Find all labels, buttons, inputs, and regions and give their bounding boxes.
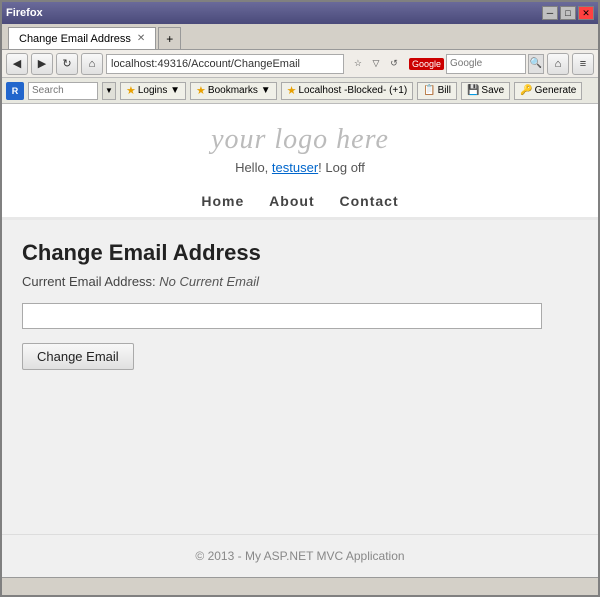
website: your logo here Hello, testuser! Log off … (2, 104, 598, 577)
roboform-toolbar: R ▼ ★ Logins ▼ ★ Bookmarks ▼ ★ Localhost… (2, 78, 598, 104)
refresh-icon[interactable]: ↺ (386, 56, 402, 72)
browser-window: Firefox ─ □ ✕ Change Email Address ✕ + ◀… (0, 0, 600, 597)
status-bar (2, 577, 598, 595)
save-icon: 💾 (467, 85, 479, 96)
current-email-value: No Current Email (159, 274, 259, 289)
nav-contact[interactable]: Contact (340, 193, 399, 209)
hello-suffix: ! Log off (318, 160, 365, 175)
save-button[interactable]: 💾 Save (461, 82, 510, 100)
home-button[interactable]: ⌂ (81, 53, 103, 75)
logins-star-icon: ★ (126, 84, 136, 97)
title-bar-text: Firefox (6, 7, 43, 19)
site-footer: © 2013 - My ASP.NET MVC Application (2, 534, 598, 577)
back-button[interactable]: ◀ (6, 53, 28, 75)
close-button[interactable]: ✕ (578, 6, 594, 20)
nav-home[interactable]: Home (201, 193, 244, 209)
generate-icon: 🔑 (520, 85, 532, 96)
bill-icon: 📋 (423, 85, 435, 96)
new-tab-button[interactable]: + (158, 27, 181, 49)
localhost-star-icon: ★ (287, 84, 297, 97)
bookmarks-star-icon: ★ (196, 84, 206, 97)
bookmark-star-icon[interactable]: ☆ (350, 56, 366, 72)
roboform-search-dropdown[interactable]: ▼ (102, 82, 116, 100)
maximize-button[interactable]: □ (560, 6, 576, 20)
search-go-button[interactable]: 🔍 (528, 54, 544, 74)
change-email-button[interactable]: Change Email (22, 343, 134, 370)
url-text: localhost:49316/Account/ChangeEmail (111, 58, 300, 70)
roboform-search-input[interactable] (28, 82, 98, 100)
bill-button[interactable]: 📋 Bill (417, 82, 457, 100)
title-bar: Firefox ─ □ ✕ (2, 2, 598, 24)
title-bar-controls: ─ □ ✕ (542, 6, 594, 20)
search-engine-badge: Google (409, 58, 444, 70)
generate-button[interactable]: 🔑 Generate (514, 82, 582, 100)
localhost-button[interactable]: ★ Localhost -Blocked- (+1) (281, 82, 414, 100)
hello-prefix: Hello, (235, 160, 272, 175)
site-nav: Home About Contact (2, 185, 598, 220)
address-bar[interactable]: localhost:49316/Account/ChangeEmail (106, 54, 344, 74)
bookmarks-button[interactable]: ★ Bookmarks ▼ (190, 82, 277, 100)
toolbar-more-button[interactable]: ≡ (572, 53, 594, 75)
reading-icon[interactable]: ▽ (368, 56, 384, 72)
nav-about[interactable]: About (269, 193, 314, 209)
tab-label: Change Email Address (19, 33, 131, 45)
email-input[interactable] (22, 303, 542, 329)
tab-bar: Change Email Address ✕ + (2, 24, 598, 50)
address-icons: ☆ ▽ ↺ (350, 56, 402, 72)
forward-button[interactable]: ▶ (31, 53, 53, 75)
minimize-button[interactable]: ─ (542, 6, 558, 20)
reload-button[interactable]: ↻ (56, 53, 78, 75)
footer-copyright: © 2013 - My ASP.NET MVC Application (195, 549, 404, 563)
logins-button[interactable]: ★ Logins ▼ (120, 82, 186, 100)
hello-text: Hello, testuser! Log off (2, 160, 598, 175)
search-area: Google 🔍 (409, 54, 544, 74)
logo-placeholder: your logo here (2, 124, 598, 156)
active-tab[interactable]: Change Email Address ✕ (8, 27, 156, 49)
username-link[interactable]: testuser (272, 160, 318, 175)
page-content: Change Email Address Current Email Addre… (2, 220, 598, 534)
site-header: your logo here Hello, testuser! Log off (2, 104, 598, 185)
roboform-logo: R (6, 82, 24, 100)
search-input[interactable] (446, 54, 526, 74)
browser-content: your logo here Hello, testuser! Log off … (2, 104, 598, 577)
current-email-label: Current Email Address: No Current Email (22, 274, 578, 289)
home-icon-button[interactable]: ⌂ (547, 53, 569, 75)
nav-toolbar: ◀ ▶ ↻ ⌂ localhost:49316/Account/ChangeEm… (2, 50, 598, 78)
tab-close-icon[interactable]: ✕ (137, 33, 145, 44)
page-title: Change Email Address (22, 240, 578, 266)
